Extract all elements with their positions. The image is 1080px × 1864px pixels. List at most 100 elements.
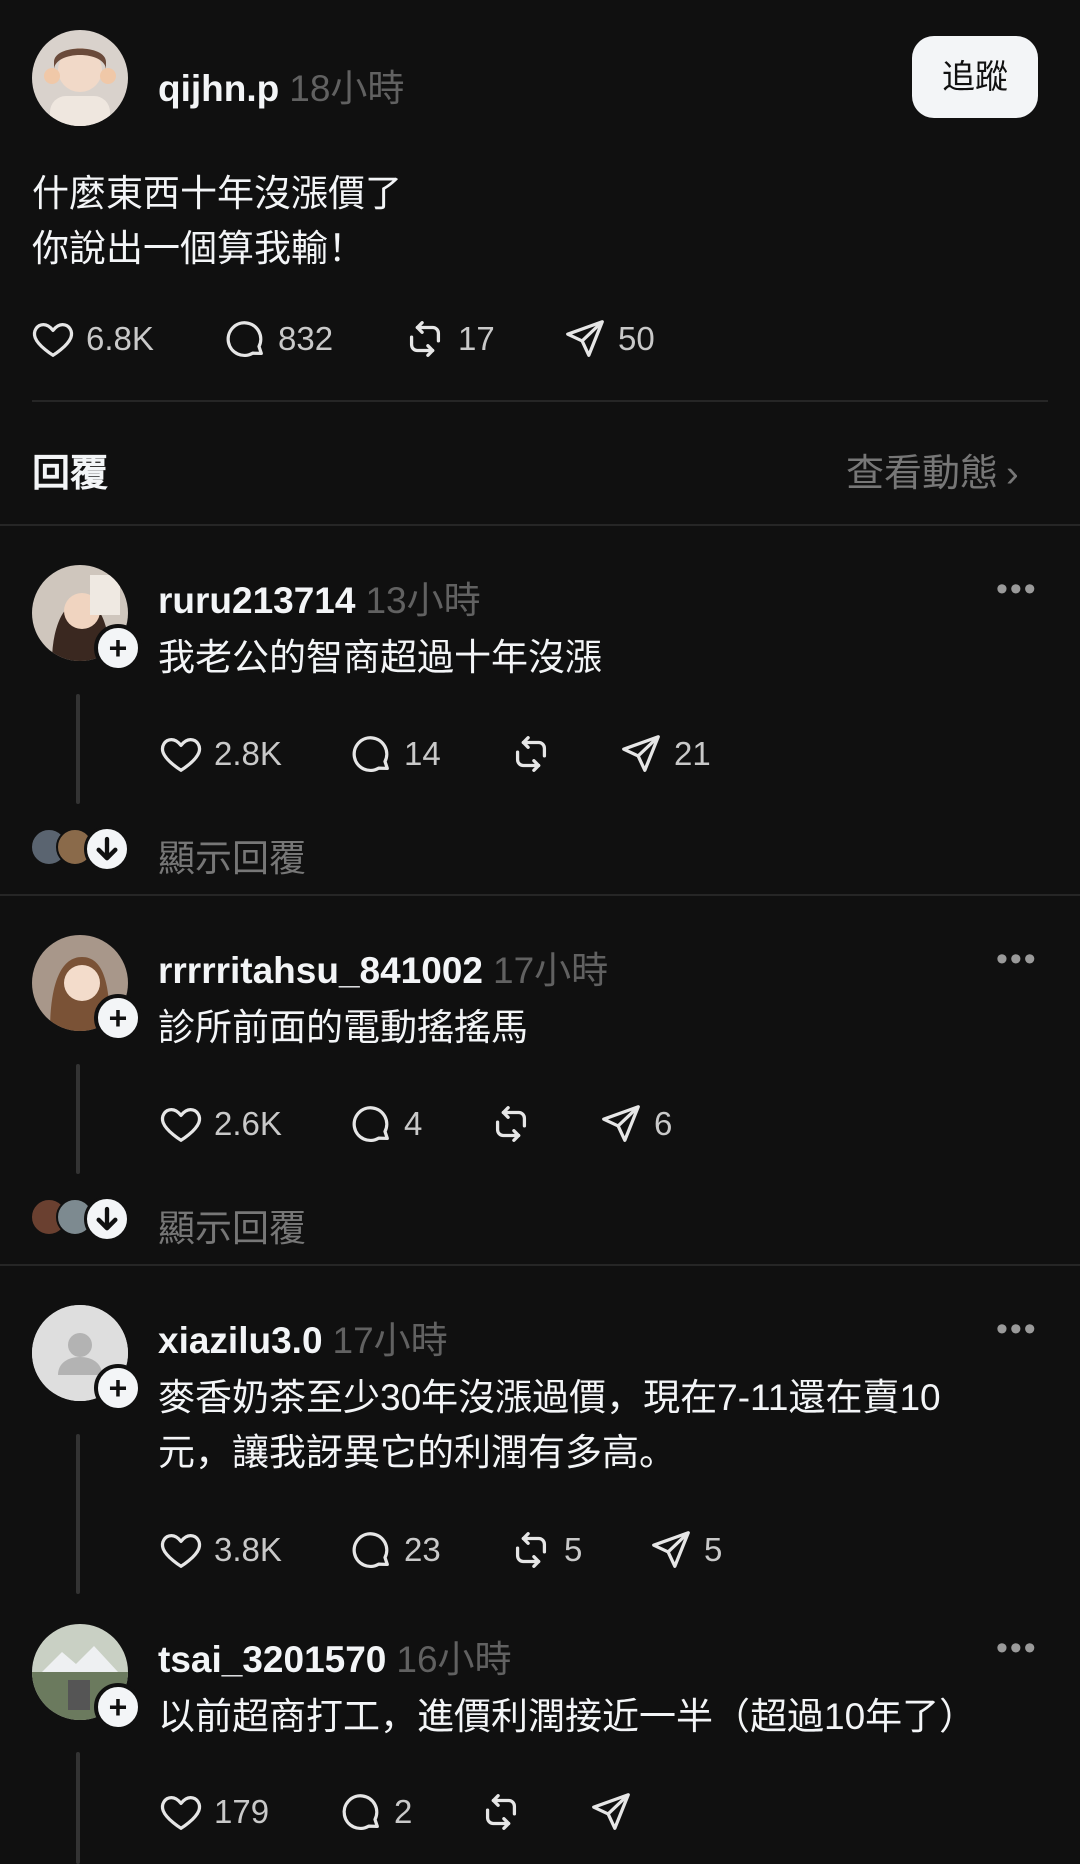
comment-count: 23 bbox=[404, 1531, 441, 1568]
comment-button[interactable]: 23 bbox=[348, 1527, 508, 1573]
post-time: 18小時 bbox=[289, 68, 405, 109]
reply-actions: 179 2 bbox=[158, 1789, 644, 1835]
repost-count: 5 bbox=[564, 1531, 583, 1568]
follow-plus-button[interactable]: + bbox=[94, 1683, 142, 1731]
repost-button[interactable] bbox=[508, 731, 618, 777]
comment-button[interactable]: 2 bbox=[338, 1789, 478, 1835]
like-button[interactable]: 6.8K bbox=[30, 316, 222, 362]
follow-plus-button[interactable]: + bbox=[94, 994, 142, 1042]
heart-icon bbox=[30, 316, 76, 362]
send-icon bbox=[588, 1789, 634, 1835]
like-count: 6.8K bbox=[86, 320, 154, 357]
view-activity-link[interactable]: 查看動態 › bbox=[846, 442, 1019, 497]
comment-button[interactable]: 4 bbox=[348, 1101, 488, 1147]
send-icon bbox=[618, 731, 664, 777]
share-count: 6 bbox=[654, 1105, 673, 1142]
more-dots-icon[interactable]: ••• bbox=[996, 940, 1038, 979]
expand-replies-button[interactable] bbox=[84, 1196, 130, 1242]
comment-count: 832 bbox=[278, 320, 334, 357]
reply-username[interactable]: tsai_3201570 bbox=[158, 1639, 386, 1680]
post-text-line: 什麼東西十年沒漲價了 bbox=[32, 173, 402, 214]
thread-line bbox=[76, 1064, 80, 1174]
reply-actions: 2.8K 14 21 bbox=[158, 731, 711, 777]
reply-actions: 3.8K 23 5 5 bbox=[158, 1527, 722, 1573]
expand-replies-button[interactable] bbox=[84, 826, 130, 872]
send-icon bbox=[648, 1527, 694, 1573]
reply-username[interactable]: xiazilu3.0 bbox=[158, 1320, 323, 1361]
repost-button[interactable]: 5 bbox=[508, 1527, 648, 1573]
comment-bubble-icon bbox=[338, 1789, 384, 1835]
thread-line bbox=[76, 1434, 80, 1594]
like-button[interactable]: 2.8K bbox=[158, 731, 348, 777]
reply-author[interactable]: tsai_3201570 16小時 bbox=[158, 1629, 512, 1683]
share-count: 50 bbox=[618, 320, 655, 357]
plus-icon: + bbox=[108, 1370, 128, 1406]
share-button[interactable]: 6 bbox=[598, 1101, 672, 1147]
reply-divider bbox=[0, 1264, 1080, 1266]
comment-count: 2 bbox=[394, 1793, 413, 1830]
comment-bubble-icon bbox=[348, 731, 394, 777]
like-button[interactable]: 3.8K bbox=[158, 1527, 348, 1573]
post-text-line: 你說出一個算我輸！ bbox=[32, 228, 365, 269]
heart-icon bbox=[158, 1101, 204, 1147]
like-button[interactable]: 179 bbox=[158, 1789, 338, 1835]
follow-button[interactable]: 追蹤 bbox=[912, 36, 1038, 118]
send-icon bbox=[598, 1101, 644, 1147]
heart-icon bbox=[158, 1789, 204, 1835]
plus-icon: + bbox=[108, 1000, 128, 1036]
show-replies-link[interactable]: 顯示回覆 bbox=[158, 828, 306, 882]
heart-icon bbox=[158, 1527, 204, 1573]
chevron-right-icon: › bbox=[1006, 453, 1019, 495]
comment-count: 14 bbox=[404, 735, 441, 772]
repost-button[interactable] bbox=[488, 1101, 598, 1147]
reply-username[interactable]: rrrrritahsu_841002 bbox=[158, 950, 483, 991]
like-button[interactable]: 2.6K bbox=[158, 1101, 348, 1147]
post-divider bbox=[32, 400, 1048, 402]
share-button[interactable]: 21 bbox=[618, 731, 711, 777]
repost-count: 17 bbox=[458, 320, 495, 357]
comment-button[interactable]: 832 bbox=[222, 316, 402, 362]
reply-text: 以前超商打工，進價利潤接近一半（超過10年了） bbox=[158, 1696, 977, 1737]
repost-icon bbox=[478, 1789, 524, 1835]
like-count: 2.6K bbox=[214, 1105, 282, 1142]
repost-button[interactable] bbox=[478, 1789, 588, 1835]
reply-actions: 2.6K 4 6 bbox=[158, 1101, 672, 1147]
repost-icon bbox=[488, 1101, 534, 1147]
chevron-down-icon bbox=[96, 836, 118, 861]
plus-icon: + bbox=[108, 630, 128, 666]
reply-text: 麥香奶茶至少30年沒漲過價，現在7-11還在賣10 元，讓我訝異它的利潤有多高。 bbox=[158, 1370, 941, 1480]
more-dots-icon[interactable]: ••• bbox=[996, 570, 1038, 609]
post-author-avatar[interactable] bbox=[32, 30, 128, 126]
follow-plus-button[interactable]: + bbox=[94, 624, 142, 672]
comment-bubble-icon bbox=[348, 1527, 394, 1573]
more-dots-icon[interactable]: ••• bbox=[996, 1310, 1038, 1349]
like-count: 2.8K bbox=[214, 735, 282, 772]
view-activity-label: 查看動態 bbox=[846, 453, 999, 495]
reply-text: 診所前面的電動搖搖馬 bbox=[158, 1007, 528, 1048]
reply-author[interactable]: xiazilu3.0 17小時 bbox=[158, 1310, 448, 1364]
comment-bubble-icon bbox=[222, 316, 268, 362]
post-username[interactable]: qijhn.p bbox=[158, 68, 279, 109]
heart-icon bbox=[158, 731, 204, 777]
share-button[interactable] bbox=[588, 1789, 644, 1835]
share-button[interactable]: 50 bbox=[562, 316, 655, 362]
post-actions: 6.8K 832 17 50 bbox=[30, 316, 655, 362]
post-author-name[interactable]: qijhn.p 18小時 bbox=[158, 58, 404, 112]
repost-icon bbox=[402, 316, 448, 362]
reply-text-line: 元，讓我訝異它的利潤有多高。 bbox=[158, 1432, 676, 1473]
section-divider bbox=[0, 524, 1080, 526]
reply-username[interactable]: ruru213714 bbox=[158, 580, 355, 621]
comment-button[interactable]: 14 bbox=[348, 731, 508, 777]
share-count: 21 bbox=[674, 735, 711, 772]
follow-plus-button[interactable]: + bbox=[94, 1364, 142, 1412]
repost-button[interactable]: 17 bbox=[402, 316, 562, 362]
chevron-down-icon bbox=[96, 1206, 118, 1231]
share-button[interactable]: 5 bbox=[648, 1527, 722, 1573]
reply-text-line: 麥香奶茶至少30年沒漲過價，現在7-11還在賣10 bbox=[158, 1377, 941, 1418]
reply-text: 我老公的智商超過十年沒漲 bbox=[158, 637, 602, 678]
reply-author[interactable]: ruru213714 13小時 bbox=[158, 570, 481, 624]
plus-icon: + bbox=[108, 1689, 128, 1725]
show-replies-link[interactable]: 顯示回覆 bbox=[158, 1198, 306, 1252]
more-dots-icon[interactable]: ••• bbox=[996, 1629, 1038, 1668]
reply-author[interactable]: rrrrritahsu_841002 17小時 bbox=[158, 940, 608, 994]
